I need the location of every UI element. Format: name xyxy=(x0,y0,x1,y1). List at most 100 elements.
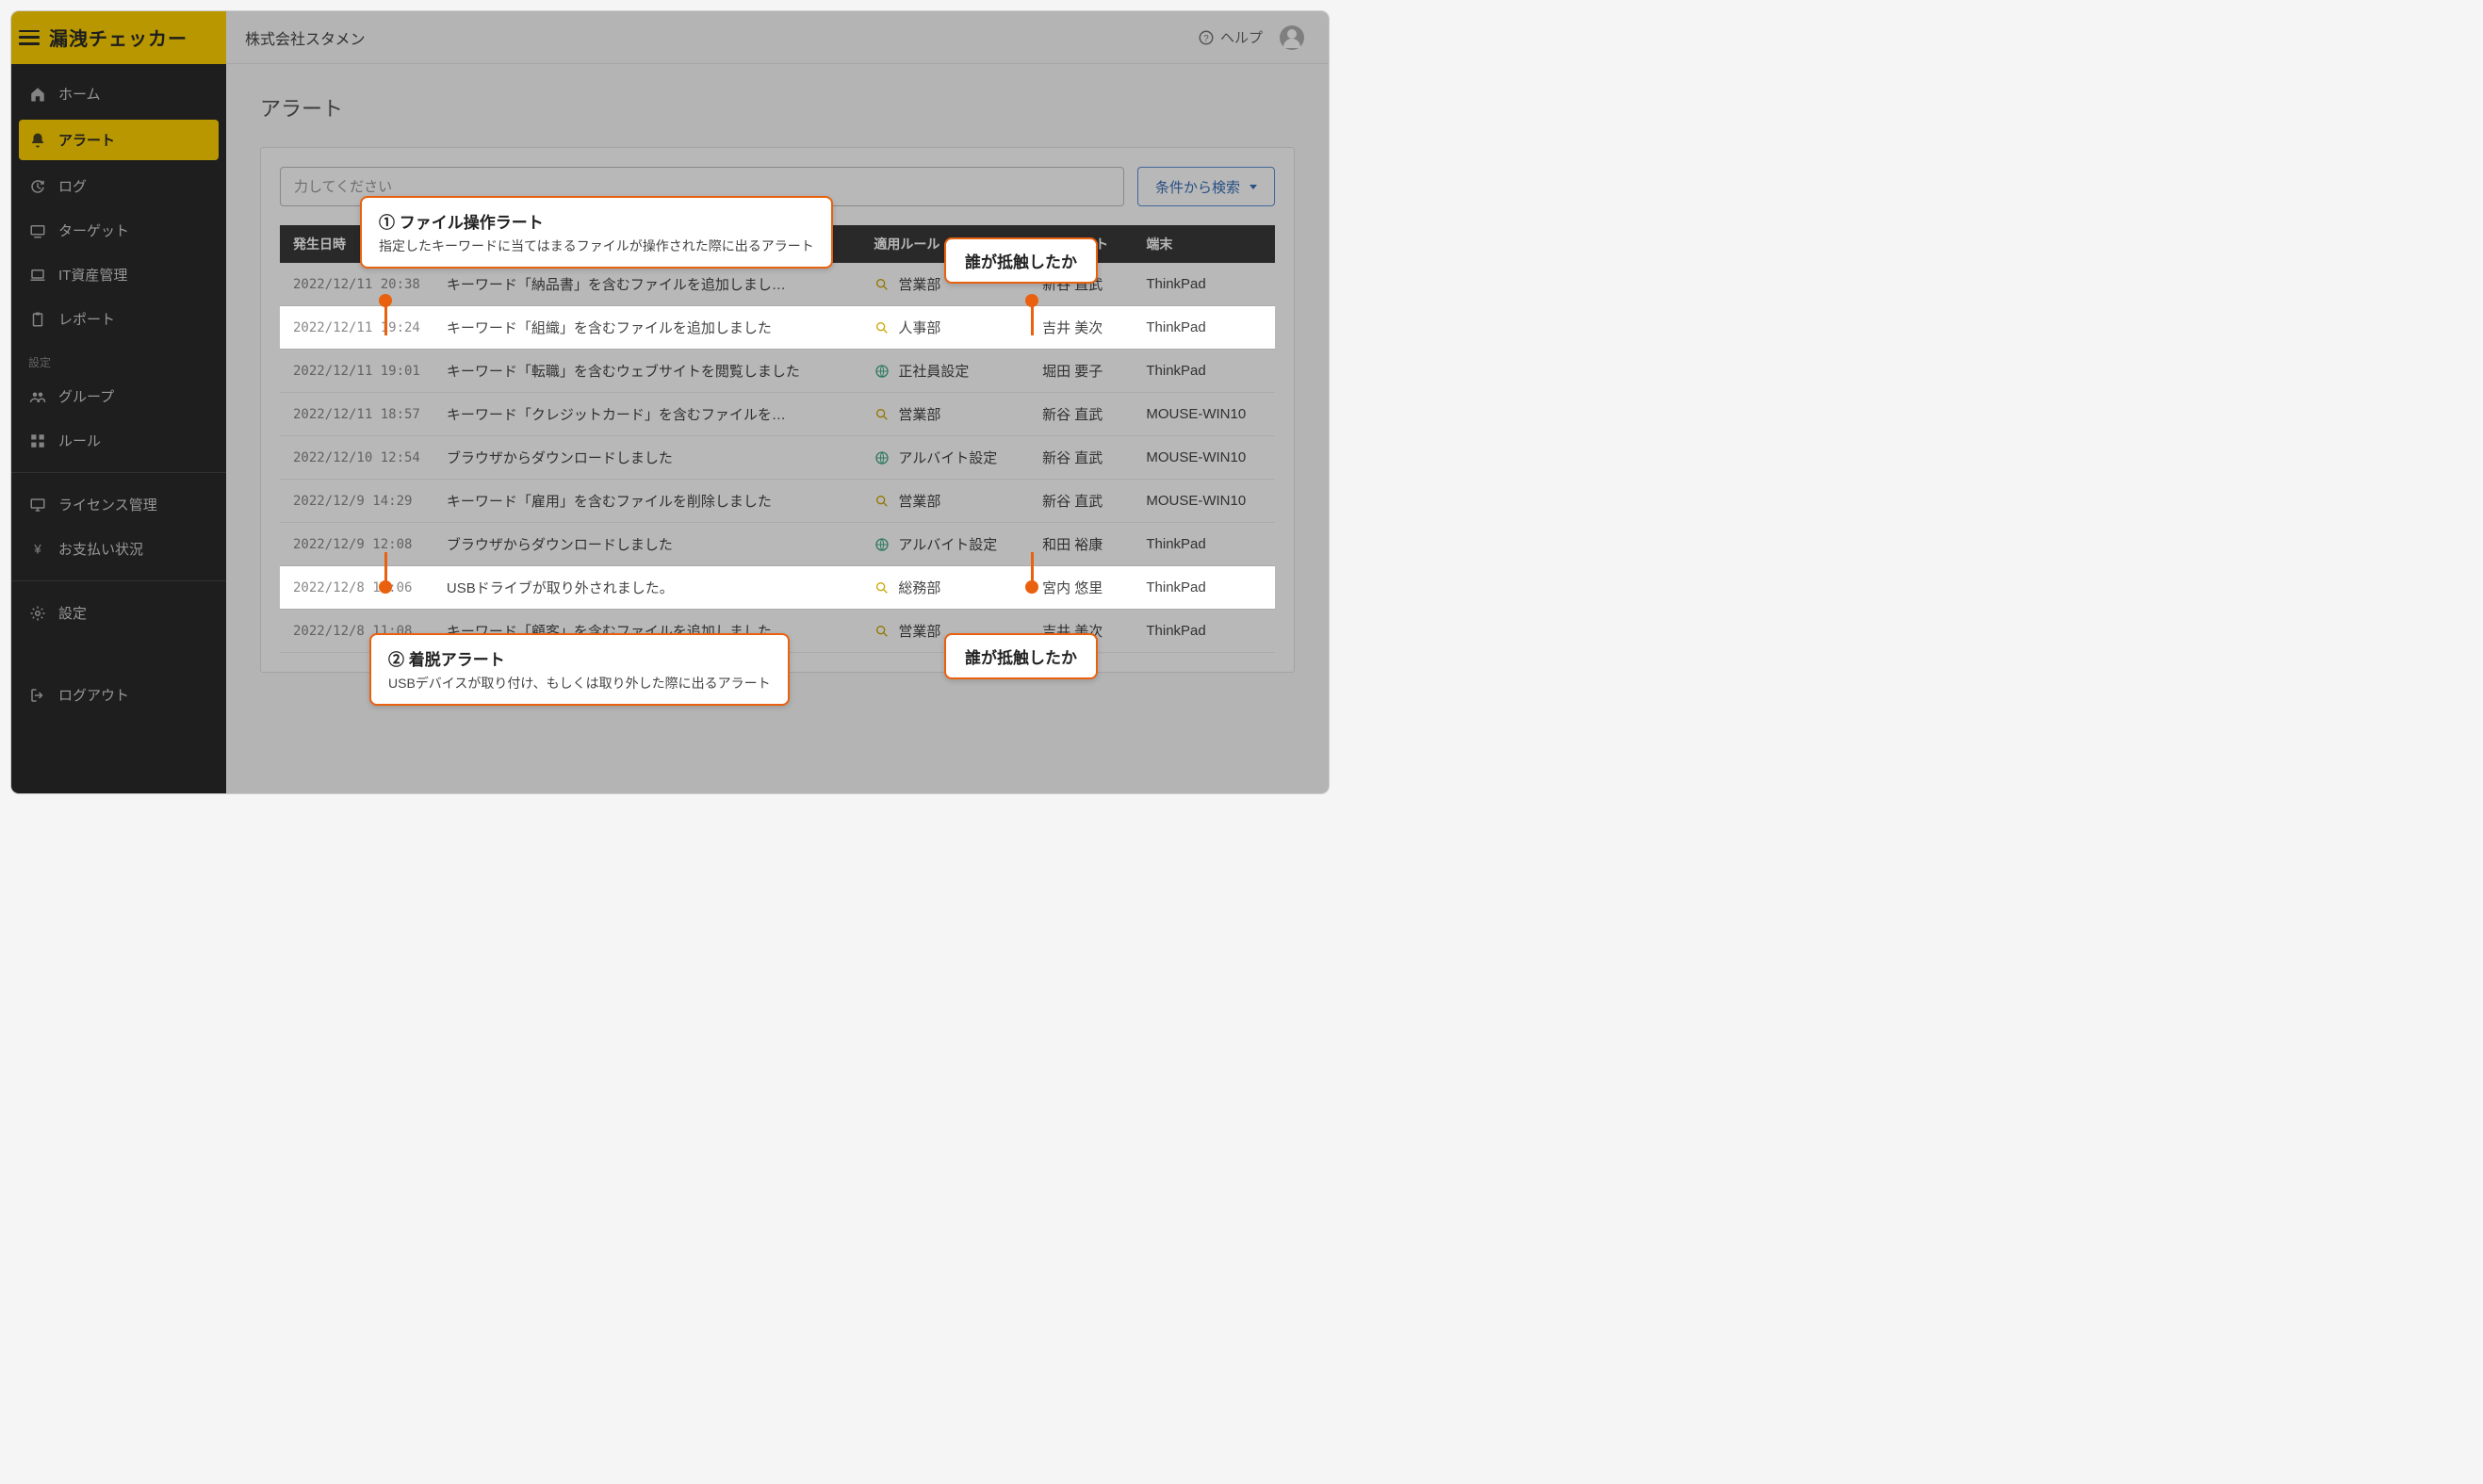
globe-icon xyxy=(874,363,890,380)
sidebar-item-IT資産管理[interactable]: IT資産管理 xyxy=(11,253,226,297)
annotation-who-1-text: 誰が抵触したか xyxy=(965,249,1077,272)
annotation-2-title: ② 着脱アラート xyxy=(388,646,771,670)
sidebar-item-label: ターゲット xyxy=(58,220,129,240)
cell-time: 2022/12/11 18:57 xyxy=(280,393,433,436)
brand-bar: 漏洩チェッカー xyxy=(11,11,226,64)
svg-text:¥: ¥ xyxy=(33,542,41,556)
annotation-who-1: 誰が抵触したか xyxy=(944,237,1098,284)
clipboard-icon xyxy=(28,310,47,329)
laptop-icon xyxy=(28,266,47,285)
sidebar-item-label: アラート xyxy=(58,130,115,150)
annotation-who-1-pin xyxy=(1025,294,1038,307)
cell-rule: アルバイト設定 xyxy=(860,436,1029,480)
cell-time: 2022/12/9 14:29 xyxy=(280,480,433,523)
page-title: アラート xyxy=(260,92,1295,122)
brand-title: 漏洩チェッカー xyxy=(49,24,188,51)
header-right: ? ヘルプ xyxy=(1198,25,1329,50)
sidebar-item-label: ホーム xyxy=(58,84,101,104)
cell-rule: 総務部 xyxy=(860,566,1029,610)
help-label: ヘルプ xyxy=(1220,27,1263,47)
rule-label: アルバイト設定 xyxy=(898,448,997,467)
rule-label: 正社員設定 xyxy=(898,361,969,381)
gear-icon xyxy=(28,604,47,623)
search-icon xyxy=(874,623,890,640)
cell-rule: 人事部 xyxy=(860,306,1029,350)
cell-user: 新谷 直武 xyxy=(1029,480,1133,523)
rule-label: 人事部 xyxy=(898,318,940,337)
rule-label: 営業部 xyxy=(898,491,940,511)
sidebar-item-label: ログ xyxy=(58,176,87,196)
annotation-1-body: 指定したキーワードに当てはまるファイルが操作された際に出るアラート xyxy=(379,236,814,255)
cell-time: 2022/12/10 12:54 xyxy=(280,436,433,480)
grid-icon xyxy=(28,432,47,450)
cell-device: MOUSE-WIN10 xyxy=(1133,480,1275,523)
cell-rule: 営業部 xyxy=(860,480,1029,523)
table-row[interactable]: 2022/12/10 12:54ブラウザからダウンロードしましたアルバイト設定新… xyxy=(280,436,1275,480)
table-row[interactable]: 2022/12/11 19:24キーワード「組織」を含むファイルを追加しました人… xyxy=(280,306,1275,350)
sidebar-item-label: ルール xyxy=(58,431,101,450)
cell-rule: 営業部 xyxy=(860,393,1029,436)
home-icon xyxy=(28,85,47,104)
sidebar-divider xyxy=(11,472,226,473)
sidebar-item-label: 設定 xyxy=(58,603,87,623)
sidebar-item-ライセンス管理[interactable]: ライセンス管理 xyxy=(11,482,226,527)
sidebar-item-ターゲット[interactable]: ターゲット xyxy=(11,208,226,253)
cell-time: 2022/12/11 19:24 xyxy=(280,306,433,350)
sidebar-item-アラート[interactable]: アラート xyxy=(19,120,219,160)
rule-label: 営業部 xyxy=(898,621,940,641)
annotation-1-title: ① ファイル操作ラート xyxy=(379,209,814,233)
annotation-2-pin xyxy=(379,580,392,594)
search-icon xyxy=(874,579,890,596)
svg-text:?: ? xyxy=(1203,33,1209,43)
cell-user: 宮内 悠里 xyxy=(1029,566,1133,610)
cell-message: ブラウザからダウンロードしました xyxy=(433,523,860,566)
filter-button-label: 条件から検索 xyxy=(1155,177,1240,197)
search-icon xyxy=(874,276,890,293)
sidebar: ホームアラートログターゲット IT資産管理レポート 設定 グループルール ライセン… xyxy=(11,64,226,793)
alert-table: 発生日時 アラート内容 適用ルール アカウント 端末 2022/12/11 20… xyxy=(280,225,1275,653)
table-row[interactable]: 2022/12/11 19:01キーワード「転職」を含むウェブサイトを閲覧しまし… xyxy=(280,350,1275,393)
monitor-icon xyxy=(28,496,47,514)
table-row[interactable]: 2022/12/9 12:08ブラウザからダウンロードしました アルバイト設定 和田… xyxy=(280,523,1275,566)
cell-time: 2022/12/9 12:08 xyxy=(280,523,433,566)
cell-device: ThinkPad xyxy=(1133,566,1275,610)
sidebar-item-ログアウト[interactable]: ログアウト xyxy=(11,673,226,717)
cell-message: キーワード「クレジットカード」を含むファイルを… xyxy=(433,393,860,436)
cell-time: 2022/12/11 20:38 xyxy=(280,263,433,306)
avatar-icon[interactable] xyxy=(1280,25,1304,50)
cell-device: ThinkPad xyxy=(1133,610,1275,653)
table-row[interactable]: 2022/12/11 18:57キーワード「クレジットカード」を含むファイルを…… xyxy=(280,393,1275,436)
table-row[interactable]: 2022/12/9 14:29キーワード「雇用」を含むファイルを削除しました 営業… xyxy=(280,480,1275,523)
org-name: 株式会社スタメン xyxy=(226,26,384,49)
bell-icon xyxy=(28,131,47,150)
globe-icon xyxy=(874,536,890,553)
cell-user: 堀田 要子 xyxy=(1029,350,1133,393)
sidebar-item-ルール[interactable]: ルール xyxy=(11,418,226,463)
cell-message: キーワード「雇用」を含むファイルを削除しました xyxy=(433,480,860,523)
rule-label: 総務部 xyxy=(898,578,940,597)
sidebar-item-お支払い状況[interactable]: ¥お支払い状況 xyxy=(11,527,226,571)
sidebar-item-設定[interactable]: 設定 xyxy=(11,591,226,635)
sidebar-item-グループ[interactable]: グループ xyxy=(11,374,226,418)
sidebar-section-label: 設定 xyxy=(11,341,226,374)
app-header: 漏洩チェッカー 株式会社スタメン ? ヘルプ xyxy=(11,11,1329,64)
target-icon xyxy=(28,221,47,240)
rule-label: 営業部 xyxy=(898,404,940,424)
sidebar-item-label: レポート xyxy=(58,309,115,329)
table-row[interactable]: 2022/12/8 16:06USBドライブが取り外されました。総務部宮内 悠里… xyxy=(280,566,1275,610)
sidebar-item-ログ[interactable]: ログ xyxy=(11,164,226,208)
cell-message: キーワード「納品書」を含むファイルを追加しまし… xyxy=(433,263,860,306)
help-link[interactable]: ? ヘルプ xyxy=(1198,27,1263,47)
rule-label: アルバイト設定 xyxy=(898,534,997,554)
filter-button[interactable]: 条件から検索 xyxy=(1137,167,1275,206)
sidebar-item-ホーム[interactable]: ホーム xyxy=(11,72,226,116)
annotation-2-body: USBデバイスが取り付け、もしくは取り外した際に出るアラート xyxy=(388,674,771,693)
group-icon xyxy=(28,387,47,406)
table-row[interactable]: 2022/12/11 20:38キーワード「納品書」を含むファイルを追加しまし…… xyxy=(280,263,1275,306)
menu-icon[interactable] xyxy=(19,30,40,45)
cell-user: 和田 裕康 xyxy=(1029,523,1133,566)
sidebar-item-レポート[interactable]: レポート xyxy=(11,297,226,341)
cell-message: USBドライブが取り外されました。 xyxy=(433,566,860,610)
cell-user: 新谷 直武 xyxy=(1029,393,1133,436)
cell-device: MOUSE-WIN10 xyxy=(1133,436,1275,480)
